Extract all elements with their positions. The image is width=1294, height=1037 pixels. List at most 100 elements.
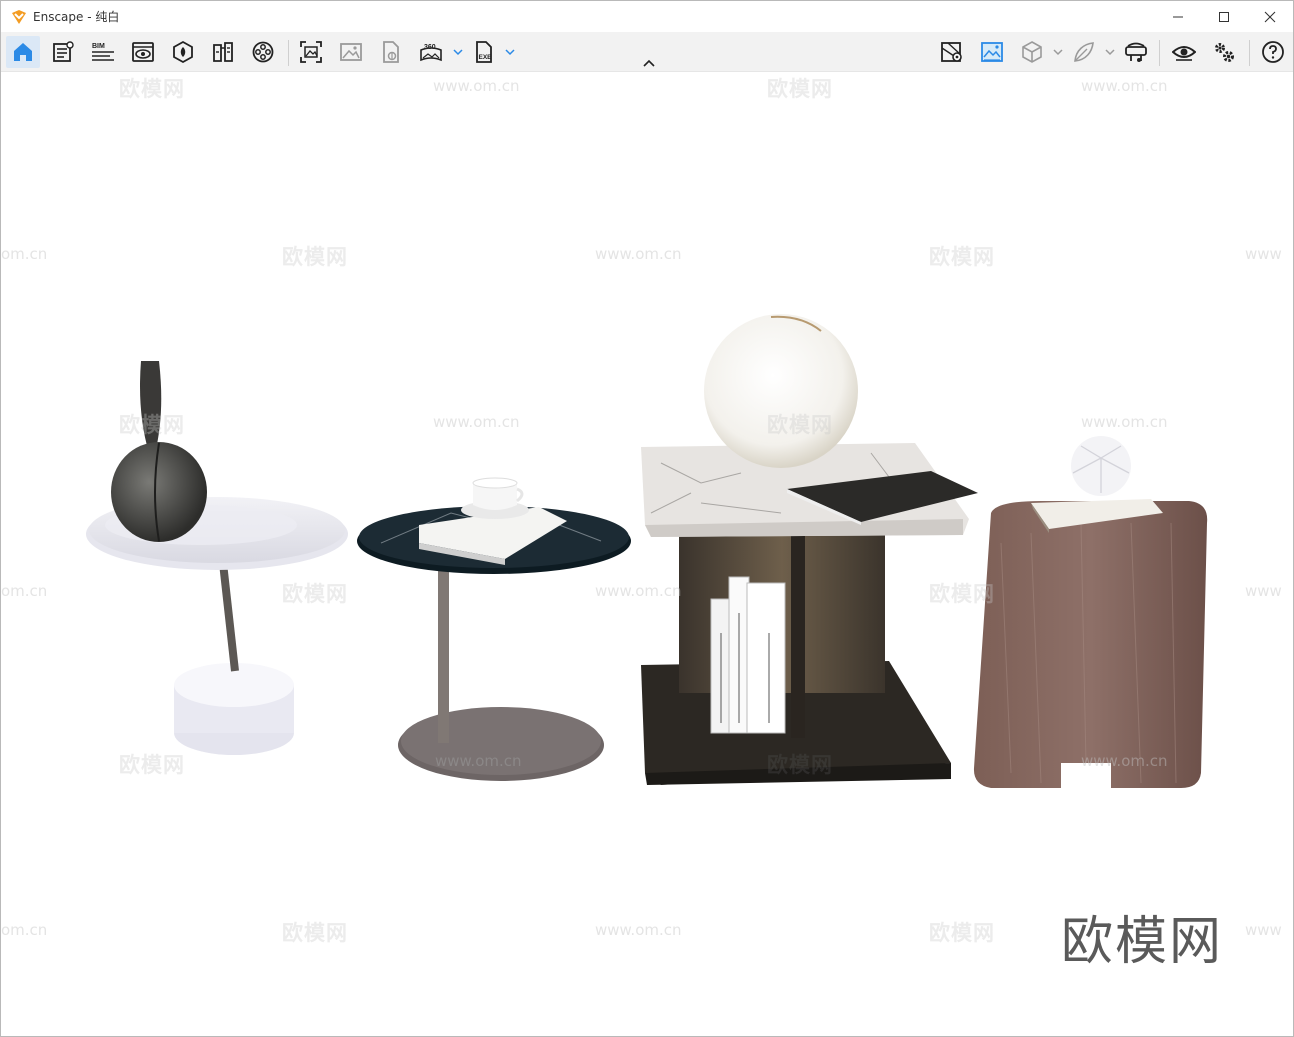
watermark-logo: 欧模网 <box>929 582 995 606</box>
watermark-url-floor: www.om.cn <box>435 752 522 770</box>
side-table-wood <box>973 436 1208 788</box>
vr-headset-button[interactable] <box>1119 36 1153 68</box>
watermark-logo: 欧模网 <box>282 921 348 945</box>
watermark-url: www.om.cn <box>1081 413 1168 431</box>
toolbar-separator <box>1159 40 1160 66</box>
book-stack <box>710 576 786 734</box>
window-controls <box>1155 1 1293 32</box>
help-icon <box>1262 41 1284 63</box>
maximize-icon <box>1219 11 1229 22</box>
svg-text:BIM: BIM <box>92 43 105 50</box>
watermark-logo: 欧模网 <box>929 245 995 269</box>
material-editor-icon <box>173 40 193 64</box>
watermark-url-edge: om.cn <box>1 245 48 263</box>
enscape-window: Enscape - 纯白 BIM 360 EXE 欧模网 www.om.cn 欧… <box>0 0 1294 1037</box>
screenshot-button[interactable] <box>294 36 328 68</box>
file-export-icon <box>383 41 399 63</box>
watermark-logo: 欧模网 <box>767 77 833 101</box>
settings-button[interactable] <box>1207 36 1241 68</box>
asset-library-icon <box>53 41 74 62</box>
main-toolbar: BIM 360 EXE <box>1 32 1293 72</box>
side-table-marble-dark <box>357 477 631 781</box>
home-icon <box>14 43 32 61</box>
map-icon <box>941 42 962 62</box>
watermark-logo: 欧模网 <box>929 921 995 945</box>
render-viewport[interactable]: 欧模网 www.om.cn 欧模网 www.om.cn om.cn 欧模网 ww… <box>1 73 1293 1036</box>
image-icon <box>340 43 362 61</box>
window-title: Enscape - 纯白 <box>33 10 120 24</box>
video-editor-button[interactable] <box>246 36 280 68</box>
watermark-logo: 欧模网 <box>767 413 833 437</box>
watermark-url: www.om.cn <box>595 245 682 263</box>
asset-library-button[interactable] <box>46 36 80 68</box>
views-button[interactable] <box>126 36 160 68</box>
collaboration-button[interactable] <box>206 36 240 68</box>
watermark-url: www.om.cn <box>433 413 520 431</box>
watermark-url: www.om.cn <box>1081 752 1168 770</box>
watermark-url: www.om.cn <box>595 582 682 600</box>
side-table-marble-bronze <box>641 314 978 785</box>
atmosphere-button[interactable] <box>975 36 1009 68</box>
view-mode-dropdown[interactable] <box>1052 42 1064 62</box>
watermark-url: www.om.cn <box>433 77 520 95</box>
watermark-url: www.om.cn <box>1081 77 1168 95</box>
screenshot-icon <box>300 41 322 63</box>
film-reel-icon <box>252 41 274 63</box>
chevron-down-icon <box>1105 49 1115 56</box>
watermark-logo: 欧模网 <box>282 582 348 606</box>
batch-render-button[interactable] <box>334 36 368 68</box>
leaf-icon <box>1074 42 1094 62</box>
watermark-url-edge: www <box>1245 582 1282 600</box>
settings-gears-icon <box>1215 43 1234 62</box>
watermark-logo: 欧模网 <box>119 77 185 101</box>
help-button[interactable] <box>1256 36 1290 68</box>
export-web-button[interactable] <box>374 36 408 68</box>
grass-button[interactable] <box>1067 36 1101 68</box>
collapse-toolbar-button[interactable] <box>639 56 659 70</box>
watermark-logo: 欧模网 <box>119 413 185 437</box>
svg-text:EXE: EXE <box>479 54 493 61</box>
bim-icon: BIM <box>92 43 114 61</box>
maximize-button[interactable] <box>1201 1 1247 32</box>
watermark-url-edge: www <box>1245 921 1282 939</box>
toolbar-separator <box>288 40 289 66</box>
panorama-360-icon: 360 <box>420 44 442 62</box>
bim-button[interactable]: BIM <box>86 36 120 68</box>
side-table-white <box>86 497 348 755</box>
grass-dropdown[interactable] <box>1104 42 1116 62</box>
panorama-button[interactable]: 360 <box>414 36 448 68</box>
minimize-button[interactable] <box>1155 1 1201 32</box>
chevron-down-icon <box>453 49 463 56</box>
watermark-url-edge: om.cn <box>1 921 48 939</box>
watermark-url: www.om.cn <box>595 921 682 939</box>
vase <box>111 361 207 542</box>
map-button[interactable] <box>935 36 969 68</box>
eye-icon <box>1172 46 1196 61</box>
export-exe-dropdown[interactable] <box>504 42 516 62</box>
book-icon <box>213 42 233 62</box>
atmosphere-icon <box>981 42 1003 62</box>
cube-icon <box>1022 41 1042 63</box>
minimize-icon <box>1173 16 1183 17</box>
material-editor-button[interactable] <box>166 36 200 68</box>
close-button[interactable] <box>1247 1 1293 32</box>
watermark-url-edge: www <box>1245 245 1282 263</box>
chevron-up-icon <box>643 59 655 67</box>
visibility-button[interactable] <box>1167 36 1201 68</box>
export-exe-button[interactable]: EXE <box>467 36 501 68</box>
title-bar[interactable]: Enscape - 纯白 <box>1 1 1293 32</box>
watermark-logo: 欧模网 <box>119 753 185 777</box>
exe-export-icon: EXE <box>476 41 493 63</box>
chevron-down-icon <box>505 49 515 56</box>
toolbar-separator <box>1249 40 1250 66</box>
home-button[interactable] <box>6 36 40 68</box>
chevron-down-icon <box>1053 49 1063 56</box>
view-mode-button[interactable] <box>1015 36 1049 68</box>
watermark-url-edge: om.cn <box>1 582 48 600</box>
enscape-logo-icon <box>12 9 26 24</box>
close-icon <box>1264 11 1276 22</box>
watermark-logo: 欧模网 <box>767 753 833 777</box>
watermark-logo: 欧模网 <box>282 245 348 269</box>
panorama-dropdown[interactable] <box>452 42 464 62</box>
scene-render <box>86 314 1208 788</box>
